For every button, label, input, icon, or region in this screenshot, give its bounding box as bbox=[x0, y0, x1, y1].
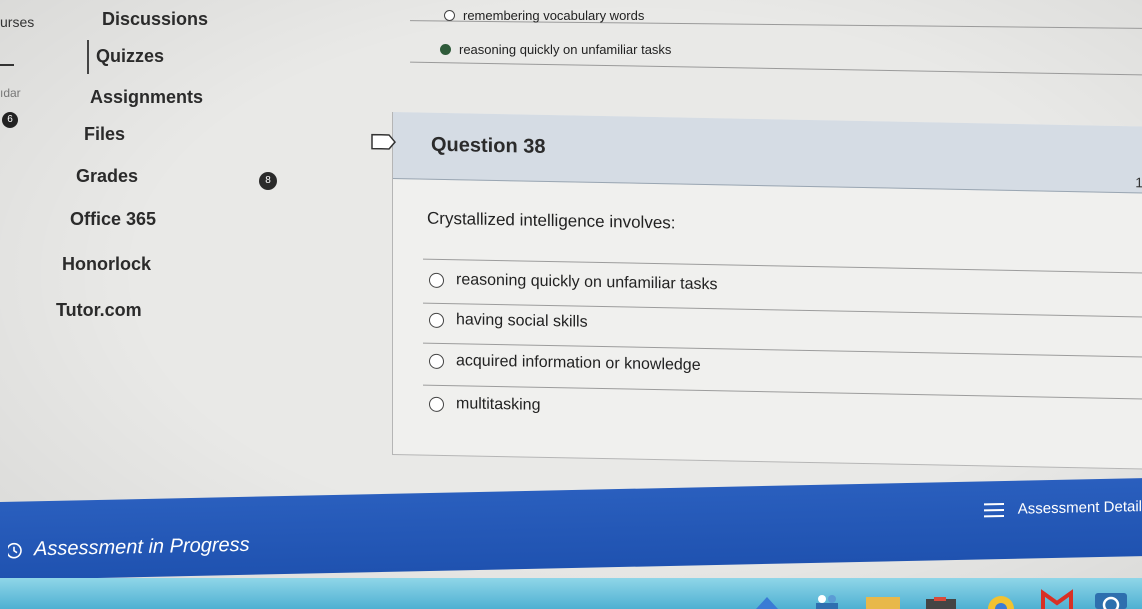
nav-active-indicator bbox=[87, 40, 89, 74]
flag-question-icon[interactable] bbox=[371, 133, 397, 150]
list-icon bbox=[983, 502, 1004, 517]
people-icon[interactable] bbox=[812, 593, 842, 609]
option-label: acquired information or knowledge bbox=[456, 352, 701, 374]
answer-option-1[interactable]: reasoning quickly on unfamiliar tasks bbox=[429, 271, 717, 295]
question-title: Question 38 bbox=[431, 133, 546, 158]
circle-app-icon[interactable] bbox=[1094, 591, 1128, 609]
option-label: reasoning quickly on unfamiliar tasks bbox=[459, 42, 672, 57]
radio-button-selected[interactable] bbox=[440, 44, 451, 55]
question-prompt: Crystallized intelligence involves: bbox=[427, 208, 676, 233]
assessment-status: Assessment in Progress bbox=[8, 534, 250, 562]
radio-button[interactable] bbox=[429, 312, 444, 328]
unread-count-badge: 8 bbox=[259, 172, 277, 190]
prev-option-2[interactable]: reasoning quickly on unfamiliar tasks bbox=[440, 42, 671, 57]
question-header: Question 38 1 bbox=[371, 112, 1142, 194]
option-label: remembering vocabulary words bbox=[463, 8, 645, 23]
course-navigation: Discussions Quizzes Assignments Files Gr… bbox=[0, 0, 320, 500]
radio-button[interactable] bbox=[429, 396, 444, 412]
taskbar bbox=[0, 578, 1142, 609]
assessment-details-button[interactable]: Assessment Detail bbox=[983, 498, 1142, 518]
answer-option-2[interactable]: having social skills bbox=[429, 311, 588, 332]
answer-option-3[interactable]: acquired information or knowledge bbox=[429, 352, 701, 375]
triangle-icon[interactable] bbox=[754, 595, 780, 609]
calendar-icon[interactable] bbox=[924, 597, 958, 609]
radio-button[interactable] bbox=[444, 10, 455, 21]
assessment-status-label: Assessment in Progress bbox=[34, 533, 250, 561]
prev-option-1[interactable]: remembering vocabulary words bbox=[444, 8, 644, 23]
option-label: reasoning quickly on unfamiliar tasks bbox=[456, 271, 718, 294]
nav-discussions[interactable]: Discussions bbox=[102, 9, 208, 30]
points-fragment: 1 bbox=[1135, 174, 1142, 191]
option-label: having social skills bbox=[456, 311, 588, 331]
progress-icon bbox=[8, 542, 22, 559]
assessment-details-label: Assessment Detail bbox=[1017, 498, 1142, 518]
question-card: Question 38 1 Crystallized intelligence … bbox=[371, 112, 1142, 470]
radio-button[interactable] bbox=[429, 272, 444, 288]
divider bbox=[410, 61, 1142, 76]
nav-assignments[interactable]: Assignments bbox=[90, 87, 203, 108]
radio-button[interactable] bbox=[429, 353, 444, 369]
option-divider bbox=[423, 258, 1142, 274]
option-label: multitasking bbox=[456, 395, 541, 414]
nav-office-365[interactable]: Office 365 bbox=[70, 209, 156, 230]
nav-quizzes[interactable]: Quizzes bbox=[96, 46, 164, 67]
answer-option-4[interactable]: multitasking bbox=[429, 395, 540, 415]
folder-icon[interactable] bbox=[864, 595, 904, 609]
chrome-icon[interactable] bbox=[986, 595, 1016, 609]
nav-honorlock[interactable]: Honorlock bbox=[62, 254, 151, 275]
nav-grades[interactable]: Grades bbox=[76, 166, 138, 187]
gmail-icon[interactable] bbox=[1040, 589, 1074, 609]
nav-files[interactable]: Files bbox=[84, 124, 125, 145]
nav-tutor-com[interactable]: Tutor.com bbox=[56, 300, 142, 321]
